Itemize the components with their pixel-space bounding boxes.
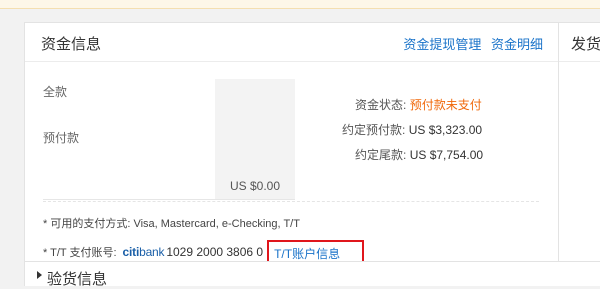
payment-methods-note: * 可用的支付方式: Visa, Mastercard, e-Checking,… [43, 218, 300, 230]
amount-box: 全款 预付款 US $0.00 [43, 79, 295, 200]
citibank-logo-bank: bank [139, 245, 165, 259]
agreed-balance-value: US $7,754.00 [409, 148, 484, 162]
agreed-balance-row: 约定尾款: US $7,754.00 [355, 146, 483, 163]
funds-status-value: 预付款未支付 [409, 98, 482, 112]
section-divider [43, 201, 539, 202]
tt-account-label: * T/T 支付账号: [43, 247, 117, 259]
shipping-panel: 发货 [558, 22, 600, 261]
total-amount-label: 全款 [43, 85, 68, 99]
funds-panel-header: 资金信息 资金提现管理 资金明细 [25, 23, 559, 62]
citibank-logo-citi: citi [122, 245, 140, 259]
alert-banner [0, 0, 600, 9]
agreed-prepay-label: 约定预付款: [342, 123, 406, 137]
inspection-title[interactable]: 验货信息 [47, 268, 107, 289]
funds-detail-link[interactable]: 资金明细 [491, 37, 543, 52]
prepay-amount-label: 预付款 [43, 131, 80, 145]
withdrawal-management-link[interactable]: 资金提现管理 [403, 37, 481, 52]
funds-status-label: 资金状态: [355, 98, 407, 112]
caret-right-icon[interactable] [37, 271, 42, 279]
agreed-balance-label: 约定尾款: [355, 148, 407, 162]
inspection-panel[interactable]: 验货信息 [24, 261, 600, 289]
funds-header-links: 资金提现管理 资金明细 [397, 34, 543, 53]
funds-panel: 资金信息 资金提现管理 资金明细 全款 预付款 US $0.00 资金状态: 预… [24, 22, 559, 274]
prepay-amount-value: US $0.00 [229, 179, 281, 193]
agreed-prepay-value: US $3,323.00 [408, 123, 483, 137]
tt-account-number: 1029 2000 3806 0 [166, 245, 264, 259]
funds-title: 资金信息 [41, 36, 102, 53]
shipping-title: 发货 [571, 36, 600, 53]
citibank-logo: citibank [123, 245, 165, 259]
funds-status-row: 资金状态: 预付款未支付 [355, 96, 482, 113]
agreed-prepay-row: 约定预付款: US $3,323.00 [342, 121, 482, 138]
